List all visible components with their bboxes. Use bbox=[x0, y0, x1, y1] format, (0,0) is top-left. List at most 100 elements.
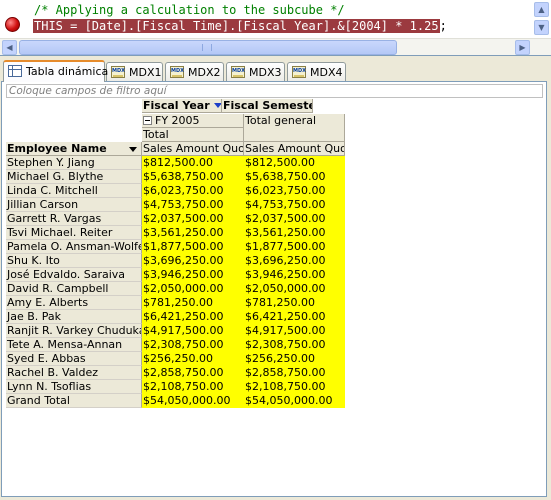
collapse-icon[interactable] bbox=[143, 116, 152, 125]
row-header[interactable]: Linda C. Mitchell bbox=[6, 184, 142, 198]
mdx-query-icon bbox=[170, 66, 184, 78]
value-cell-fy2005[interactable]: $3,561,250.00 bbox=[142, 226, 244, 240]
value-cell-fy2005[interactable]: $5,638,750.00 bbox=[142, 170, 244, 184]
row-header[interactable]: Jillian Carson bbox=[6, 198, 142, 212]
horizontal-scrollbar[interactable]: ◀ ▶ bbox=[0, 38, 551, 55]
member-label: FY 2005 bbox=[155, 114, 200, 127]
row-header[interactable]: Ranjit R. Varkey Chudukatil bbox=[6, 324, 142, 338]
column-total-header: Total bbox=[142, 128, 244, 142]
value-cell-grand-total[interactable]: $2,108,750.00 bbox=[244, 380, 345, 394]
tab-label: MDX2 bbox=[188, 66, 221, 79]
value-cell-grand-total[interactable]: $2,050,000.00 bbox=[244, 282, 345, 296]
row-header[interactable]: Syed E. Abbas bbox=[6, 352, 142, 366]
mdx-query-icon bbox=[231, 66, 245, 78]
value-cell-fy2005[interactable]: $812,500.00 bbox=[142, 156, 244, 170]
row-header[interactable]: Amy E. Alberts bbox=[6, 296, 142, 310]
tab-label: MDX1 bbox=[129, 66, 162, 79]
dropdown-arrow-icon[interactable] bbox=[129, 147, 137, 152]
result-tab-strip: Tabla dinámica MDX1 MDX2 MDX3 MDX4 bbox=[0, 60, 551, 82]
mdx-script-editor[interactable]: /* Applying a calculation to the subcube… bbox=[0, 0, 551, 56]
value-cell-fy2005[interactable]: $4,917,500.00 bbox=[142, 324, 244, 338]
value-cell-fy2005[interactable]: $3,946,250.00 bbox=[142, 268, 244, 282]
row-header[interactable]: David R. Campbell bbox=[6, 282, 142, 296]
editor-gutter[interactable] bbox=[0, 0, 28, 38]
tab-mdx3[interactable]: MDX3 bbox=[226, 62, 285, 82]
tab-label: Tabla dinámica bbox=[26, 65, 109, 78]
value-cell-grand-total[interactable]: $812,500.00 bbox=[244, 156, 345, 170]
row-header[interactable]: José Edvaldo. Saraiva bbox=[6, 268, 142, 282]
filter-drop-zone[interactable]: Coloque campos de filtro aquí bbox=[6, 84, 543, 98]
row-header[interactable]: Tsvi Michael. Reiter bbox=[6, 226, 142, 240]
scroll-right-arrow-icon[interactable]: ▶ bbox=[515, 40, 530, 55]
row-header[interactable]: Shu K. Ito bbox=[6, 254, 142, 268]
column-grand-total-header: Total general bbox=[244, 114, 345, 142]
mdx-query-icon bbox=[292, 66, 306, 78]
row-header[interactable]: Pamela O. Ansman-Wolfe bbox=[6, 240, 142, 254]
row-header[interactable]: Stephen Y. Jiang bbox=[6, 156, 142, 170]
value-cell-grand-total[interactable]: $5,638,750.00 bbox=[244, 170, 345, 184]
value-cell-grand-total[interactable]: $256,250.00 bbox=[244, 352, 345, 366]
field-label: Employee Name bbox=[7, 142, 107, 155]
pivot-table-icon bbox=[8, 65, 22, 77]
row-header[interactable]: Tete A. Mensa-Annan bbox=[6, 338, 142, 352]
tab-mdx2[interactable]: MDX2 bbox=[165, 62, 224, 82]
tab-pivot-table[interactable]: Tabla dinámica bbox=[3, 60, 109, 82]
code-statement-line[interactable]: THIS = [Date].[Fiscal Time].[Fiscal Year… bbox=[33, 18, 447, 34]
value-cell-grand-total[interactable]: $6,023,750.00 bbox=[244, 184, 345, 198]
value-cell-grand-total[interactable]: $1,877,500.00 bbox=[244, 240, 345, 254]
scroll-up-arrow-icon[interactable]: ▲ bbox=[534, 2, 549, 17]
value-cell-fy2005[interactable]: $781,250.00 bbox=[142, 296, 244, 310]
value-cell-fy2005[interactable]: $4,753,750.00 bbox=[142, 198, 244, 212]
tab-mdx1[interactable]: MDX1 bbox=[106, 62, 163, 82]
row-header[interactable]: Jae B. Pak bbox=[6, 310, 142, 324]
value-cell-fy2005[interactable]: $1,877,500.00 bbox=[142, 240, 244, 254]
value-cell-grand-total[interactable]: $2,308,750.00 bbox=[244, 338, 345, 352]
value-cell-grand-total[interactable]: $2,037,500.00 bbox=[244, 212, 345, 226]
field-label: Fiscal Semester bbox=[223, 99, 313, 112]
value-cell-grand-total[interactable]: $3,561,250.00 bbox=[244, 226, 345, 240]
measure-header: Sales Amount Quota bbox=[142, 142, 244, 156]
pivot-table-panel: Coloque campos de filtro aquí Fiscal Yea… bbox=[1, 81, 547, 497]
value-cell-grand-total[interactable]: $3,946,250.00 bbox=[244, 268, 345, 282]
value-cell-fy2005[interactable]: $2,858,750.00 bbox=[142, 366, 244, 380]
value-cell-grand-total[interactable]: $3,696,250.00 bbox=[244, 254, 345, 268]
row-header[interactable]: Michael G. Blythe bbox=[6, 170, 142, 184]
value-cell-grand-total[interactable]: $2,858,750.00 bbox=[244, 366, 345, 380]
column-member-fy2005[interactable]: FY 2005 bbox=[142, 114, 244, 128]
row-header[interactable]: Rachel B. Valdez bbox=[6, 366, 142, 380]
value-cell-fy2005[interactable]: $6,023,750.00 bbox=[142, 184, 244, 198]
tab-label: MDX3 bbox=[249, 66, 282, 79]
value-cell-fy2005[interactable]: $2,050,000.00 bbox=[142, 282, 244, 296]
tab-label: MDX4 bbox=[310, 66, 343, 79]
value-cell-fy2005[interactable]: $2,037,500.00 bbox=[142, 212, 244, 226]
value-cell-fy2005[interactable]: $2,308,750.00 bbox=[142, 338, 244, 352]
value-cell-fy2005[interactable]: $3,696,250.00 bbox=[142, 254, 244, 268]
column-field-fiscal-semester[interactable]: Fiscal Semester bbox=[222, 99, 313, 113]
row-header[interactable]: Lynn N. Tsoflias bbox=[6, 380, 142, 394]
row-field-employee-name[interactable]: Employee Name bbox=[6, 142, 142, 156]
row-header[interactable]: Garrett R. Vargas bbox=[6, 212, 142, 226]
value-cell-grand-total[interactable]: $6,421,250.00 bbox=[244, 310, 345, 324]
scroll-down-arrow-icon[interactable]: ▼ bbox=[534, 20, 549, 35]
breakpoint-icon[interactable] bbox=[5, 17, 20, 32]
tab-mdx4[interactable]: MDX4 bbox=[287, 62, 346, 82]
column-field-fiscal-year[interactable]: Fiscal Year bbox=[142, 99, 222, 113]
value-cell-grand-total[interactable]: $54,050,000.00 bbox=[244, 394, 345, 408]
value-cell-fy2005[interactable]: $2,108,750.00 bbox=[142, 380, 244, 394]
row-header[interactable]: Grand Total bbox=[6, 394, 142, 408]
scroll-grip-icon bbox=[202, 44, 212, 51]
measure-header: Sales Amount Quota bbox=[244, 142, 345, 156]
value-cell-grand-total[interactable]: $4,753,750.00 bbox=[244, 198, 345, 212]
value-cell-fy2005[interactable]: $6,421,250.00 bbox=[142, 310, 244, 324]
value-cell-grand-total[interactable]: $781,250.00 bbox=[244, 296, 345, 310]
highlighted-statement: THIS = [Date].[Fiscal Time].[Fiscal Year… bbox=[33, 19, 440, 33]
value-cell-fy2005[interactable]: $54,050,000.00 bbox=[142, 394, 244, 408]
horizontal-scroll-thumb[interactable] bbox=[19, 40, 397, 55]
statement-terminator: ; bbox=[439, 19, 447, 33]
value-cell-grand-total[interactable]: $4,917,500.00 bbox=[244, 324, 345, 338]
value-cell-fy2005[interactable]: $256,250.00 bbox=[142, 352, 244, 366]
scroll-left-arrow-icon[interactable]: ◀ bbox=[2, 40, 17, 55]
dropdown-arrow-icon[interactable] bbox=[213, 103, 221, 108]
mdx-query-icon bbox=[111, 66, 125, 78]
code-comment-line: /* Applying a calculation to the subcube… bbox=[34, 3, 345, 17]
